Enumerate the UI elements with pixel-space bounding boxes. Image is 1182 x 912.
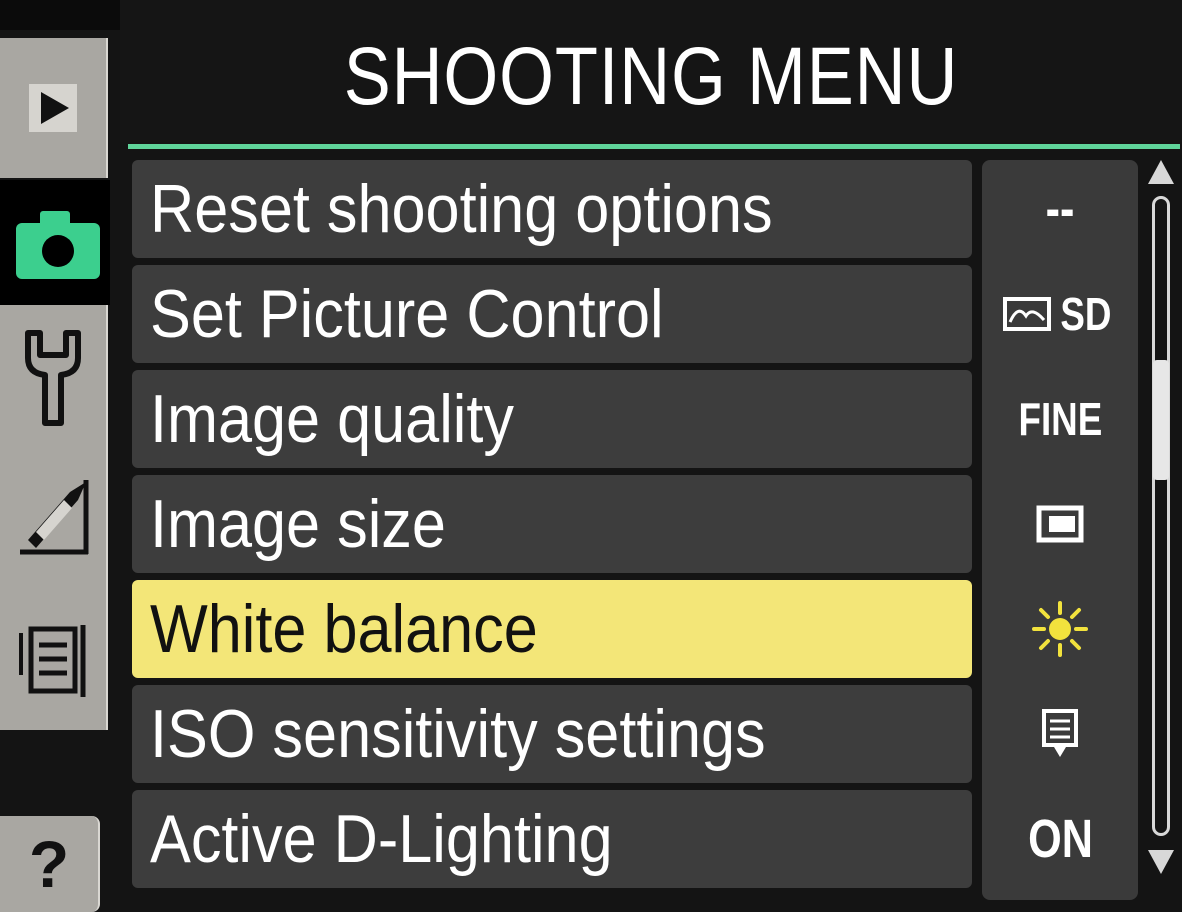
menu-item-label: White balance — [150, 591, 538, 667]
menu-tab-column: ? — [0, 30, 120, 912]
menu-value-column: -- SD FINE ON — [982, 160, 1138, 900]
value-white-balance — [982, 580, 1138, 678]
menu-item-label: Image quality — [150, 381, 515, 457]
iso-settings-icon — [1042, 709, 1078, 757]
sun-icon — [1032, 601, 1088, 657]
menu-item-image-size[interactable]: Image size — [132, 475, 972, 573]
camera-icon — [16, 210, 100, 279]
menu-item-set-picture-control[interactable]: Set Picture Control — [132, 265, 972, 363]
scroll-track — [1152, 196, 1170, 836]
tab-help[interactable]: ? — [0, 816, 100, 912]
corner-shade — [0, 0, 120, 30]
menu-item-label: Set Picture Control — [150, 276, 664, 352]
title-underline — [128, 144, 1180, 149]
menu-item-label: Active D-Lighting — [150, 801, 613, 877]
recent-settings-icon — [19, 625, 86, 697]
menu-item-label: Reset shooting options — [150, 171, 773, 247]
tab-setup[interactable] — [0, 305, 108, 450]
menu-item-active-d-lighting[interactable]: Active D-Lighting — [132, 790, 972, 888]
wrench-icon — [25, 329, 81, 426]
tab-shooting[interactable] — [0, 180, 110, 305]
scroll-up-arrow-icon[interactable] — [1148, 160, 1174, 184]
value-text: SD — [1060, 288, 1112, 340]
value-text: FINE — [1018, 393, 1102, 445]
menu-scrollbar[interactable] — [1148, 160, 1174, 880]
tab-playback[interactable] — [0, 38, 108, 178]
page-title: SHOOTING MENU — [343, 31, 959, 122]
retouch-brush-icon — [20, 480, 89, 555]
value-image-size — [982, 475, 1138, 573]
menu-item-iso-sensitivity-settings[interactable]: ISO sensitivity settings — [132, 685, 972, 783]
play-icon — [29, 84, 77, 132]
menu-item-white-balance[interactable]: White balance — [132, 580, 972, 678]
value-active-d-lighting: ON — [982, 790, 1138, 888]
value-iso-sensitivity-settings — [982, 685, 1138, 783]
menu-item-image-quality[interactable]: Image quality — [132, 370, 972, 468]
value-image-quality: FINE — [982, 370, 1138, 468]
menu-item-reset-shooting-options[interactable]: Reset shooting options — [132, 160, 972, 258]
scroll-thumb[interactable] — [1153, 360, 1169, 480]
scroll-down-arrow-icon[interactable] — [1148, 850, 1174, 874]
picture-control-icon — [1003, 297, 1052, 331]
menu-item-label: ISO sensitivity settings — [150, 696, 766, 772]
tab-recent-settings[interactable] — [0, 590, 108, 730]
value-reset-shooting-options: -- — [982, 160, 1138, 258]
value-text: -- — [1045, 179, 1075, 239]
tab-retouch[interactable] — [0, 450, 108, 590]
menu-item-label: Image size — [150, 486, 446, 562]
value-set-picture-control: SD — [982, 265, 1138, 363]
value-text: ON — [1027, 809, 1093, 869]
help-icon: ? — [28, 827, 70, 901]
menu-header: SHOOTING MENU — [120, 0, 1182, 142]
image-size-large-icon — [1036, 505, 1084, 543]
